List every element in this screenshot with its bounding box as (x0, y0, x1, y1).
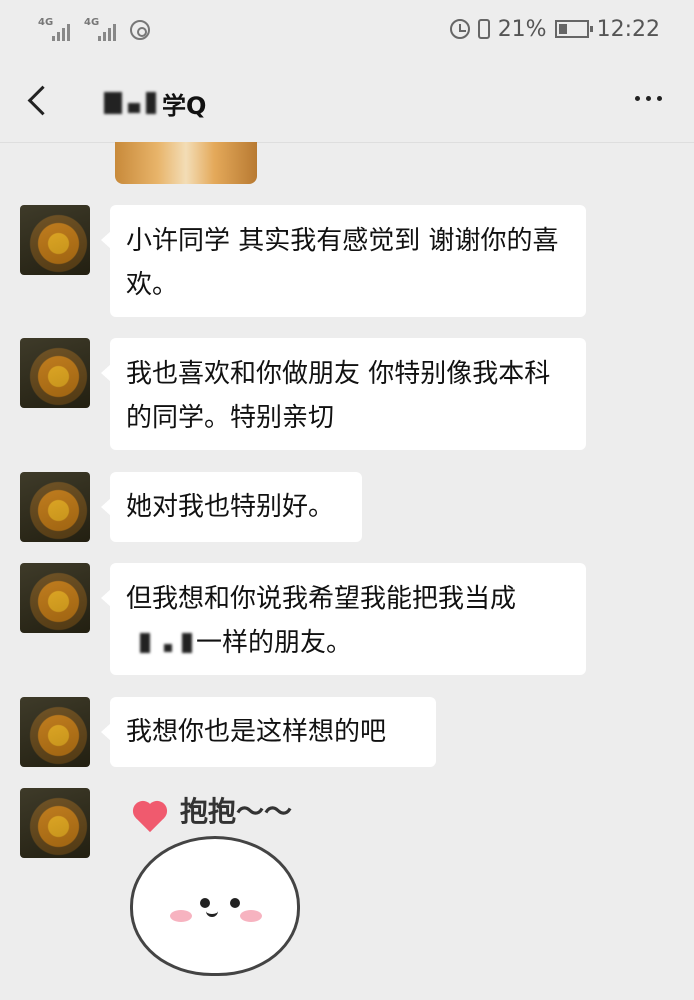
sticker-blush (240, 910, 262, 922)
back-button[interactable] (22, 82, 62, 122)
message-text: 我也喜欢和你做朋友 你特别像我本科的同学。特别亲切 (126, 359, 551, 433)
avatar[interactable] (20, 472, 90, 542)
chat-title-text: 学Q (162, 91, 207, 120)
redacted-name (146, 92, 156, 114)
message-bubble[interactable]: 她对我也特别好。 (101, 472, 362, 542)
sticker-eye (230, 898, 240, 908)
heart-icon (135, 803, 165, 833)
redacted-text (182, 633, 192, 653)
message-text: 小许同学 其实我有感觉到 谢谢你的喜欢。 (126, 226, 559, 300)
status-right: 21% 12:22 (449, 14, 660, 44)
message-text-line: 但我想和你说我希望我能把我当成 (126, 584, 517, 614)
alarm-icon (449, 19, 470, 39)
chat-header: 学Q (0, 60, 694, 143)
message-bubble[interactable]: 我想你也是这样想的吧 (101, 697, 436, 767)
hug-sticker[interactable]: 抱抱～～ (130, 788, 330, 1000)
status-left: 4G 4G (38, 16, 150, 44)
message-bubble[interactable]: 但我想和你说我希望我能把我当成 一样的朋友。 (101, 563, 586, 675)
redacted-text (140, 633, 150, 653)
avatar[interactable] (20, 563, 90, 633)
redacted-name (104, 92, 122, 114)
more-button[interactable] (635, 96, 662, 101)
message-text-line: 一样的朋友。 (126, 621, 570, 665)
battery-charging-icon (554, 20, 593, 38)
signal-label: 4G (84, 17, 100, 28)
chat-title: 学Q (104, 88, 207, 120)
avatar[interactable] (20, 338, 90, 408)
signal-icon: 4G (84, 17, 120, 41)
message-text: 一样的朋友。 (196, 628, 353, 658)
redacted-text (164, 644, 172, 652)
clock: 12:22 (596, 16, 660, 42)
sticker-blush (170, 910, 192, 922)
signal-icon: 4G (38, 17, 74, 41)
battery-percent: 21% (497, 16, 547, 42)
message-bubble[interactable]: 我也喜欢和你做朋友 你特别像我本科的同学。特别亲切 (101, 338, 586, 450)
status-bar: 4G 4G 21% 12:22 (0, 0, 694, 60)
message-text: 她对我也特别好。 (126, 492, 335, 522)
avatar[interactable] (20, 697, 90, 767)
message-bubble[interactable]: 小许同学 其实我有感觉到 谢谢你的喜欢。 (101, 205, 586, 317)
vibrate-icon (477, 19, 490, 39)
nfc-icon (130, 20, 150, 40)
signal-label: 4G (38, 17, 54, 28)
avatar[interactable] (20, 788, 90, 858)
redacted-name (128, 103, 140, 113)
sticker-caption: 抱抱～～ (180, 795, 293, 828)
more-dots-icon (635, 96, 640, 101)
sticker-image[interactable] (115, 142, 257, 184)
avatar[interactable] (20, 205, 90, 275)
message-text: 我想你也是这样想的吧 (126, 717, 387, 747)
